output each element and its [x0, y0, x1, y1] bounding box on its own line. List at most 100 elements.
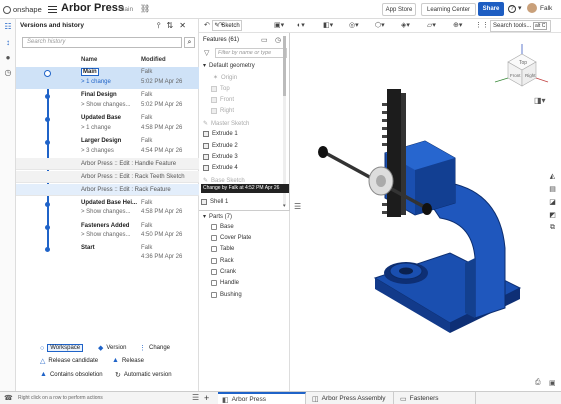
search-tools-input[interactable]: Search tools... alt C [490, 20, 551, 32]
modified-by: Falk [141, 223, 153, 229]
part-item[interactable]: Table [211, 246, 234, 252]
version-row[interactable]: Final Design > Show changes... Falk 5:02… [16, 90, 199, 112]
legend-workspace: ○ Workspace [40, 344, 84, 352]
feature-item-default-geometry[interactable]: ▾ Default geometry [203, 62, 255, 70]
version-row[interactable]: Fasteners Added > Show changes... Falk 4… [16, 221, 199, 243]
collapse-icon[interactable]: ▭ [261, 36, 268, 44]
parts-title: Parts (7) [209, 213, 233, 220]
tab-fasteners[interactable]: ▭ Fasteners [396, 392, 476, 404]
plane-icon [211, 108, 217, 114]
view-options-icon[interactable]: ◨▾ [534, 96, 546, 105]
feature-item-extrude-4[interactable]: Extrude 4 [203, 165, 238, 171]
undo-icon[interactable]: ↶ [204, 21, 210, 29]
feature-item-master-sketch[interactable]: ✎ Master Sketch [203, 120, 249, 128]
mass-properties-icon[interactable]: ◪ [548, 198, 557, 207]
history-row[interactable]: Arbor Press :: Edit : Handle Feature [16, 158, 199, 170]
search-icon[interactable]: ⌕ [184, 37, 195, 48]
version-row[interactable]: Updated Base Hei... > Show changes... Fa… [16, 198, 199, 220]
print-icon[interactable]: ⎙ [535, 379, 541, 387]
change-toggle[interactable]: > 1 change [81, 79, 111, 85]
feature-scrollbar[interactable] [283, 36, 286, 206]
boolean-icon[interactable]: ◈▾ [401, 21, 410, 29]
parts-header[interactable]: ▾ Parts (7) [203, 213, 233, 221]
versions-icon[interactable]: ☷ [3, 22, 13, 32]
version-row[interactable]: Start Falk 4:36 PM Apr 26 [16, 243, 199, 265]
part-item[interactable]: Handle [211, 280, 239, 286]
change-toggle[interactable]: > Show changes... [81, 102, 131, 108]
history-icon[interactable]: ◷ [3, 68, 13, 78]
close-icon[interactable]: ✕ [179, 21, 186, 31]
tab-arbor-press-assembly[interactable]: ◫ Arbor Press Assembly [308, 392, 394, 404]
version-row[interactable]: Updated Base > 1 change Falk 4:58 PM Apr… [16, 113, 199, 135]
change-toggle[interactable]: > Show changes... [81, 209, 131, 215]
part-item[interactable]: Rack [211, 258, 234, 264]
shell-icon[interactable]: ◎▾ [349, 21, 359, 29]
change-toggle[interactable]: > 1 change [81, 125, 111, 131]
feature-item-extrude-3[interactable]: Extrude 3 [203, 154, 238, 160]
extrude-icon [203, 131, 209, 137]
history-row[interactable]: Arbor Press :: Edit : Rack Teeth Sketch [16, 171, 199, 183]
create-version-icon[interactable]: ⫯ [157, 21, 160, 31]
version-row-main[interactable]: Main > 1 change Falk 5:02 PM Apr 26 [16, 67, 199, 89]
change-toggle[interactable]: > Show changes... [81, 232, 131, 238]
pattern-icon[interactable]: ⬡▾ [375, 21, 385, 29]
app-store-button[interactable]: App Store [382, 3, 416, 16]
feature-item-extrude-2[interactable]: Extrude 2 [203, 143, 238, 149]
feature-item-shell-1[interactable]: Shell 1 [201, 199, 228, 205]
learning-center-button[interactable]: Learning Center [421, 3, 476, 16]
history-row-selected[interactable]: Arbor Press :: Edit : Rack Feature [16, 184, 199, 196]
document-title[interactable]: Arbor Press [61, 2, 124, 14]
search-input[interactable]: Search history [22, 37, 182, 48]
filter-icon[interactable]: ▽ [204, 49, 209, 57]
tab-arbor-press[interactable]: ◧ Arbor Press [218, 392, 306, 404]
feature-item-origin[interactable]: ✶ Origin [213, 74, 237, 82]
version-marker-icon [45, 225, 50, 230]
feature-item-base-sketch[interactable]: ✎ Base Sketch [203, 177, 245, 185]
extrude-icon[interactable]: ▣▾ [274, 21, 284, 29]
user-name[interactable]: Falk [540, 5, 552, 12]
feature-label: Front [220, 97, 235, 103]
camera-icon[interactable]: ▣ [549, 379, 556, 387]
part-item[interactable]: Cover Plate [211, 235, 251, 241]
chevron-down-icon: ▾ [203, 214, 207, 220]
help-menu[interactable]: ? ▾ [508, 4, 524, 14]
feature-item-extrude-1[interactable]: Extrude 1 [203, 131, 238, 137]
link-icon[interactable]: ⛓ [140, 4, 150, 13]
avatar[interactable] [527, 3, 537, 13]
comments-icon[interactable]: ● [3, 53, 13, 63]
filter-input[interactable]: Filter by name or type [215, 48, 287, 58]
learning-icon[interactable]: ☎ [4, 394, 13, 402]
appearance-icon[interactable]: ◭ [548, 172, 557, 181]
revolve-icon[interactable]: ◐▾ [297, 21, 305, 29]
feature-item-right[interactable]: Right [211, 108, 234, 114]
measure-icon[interactable]: ▤ [548, 185, 557, 194]
branch-icon[interactable]: ⇅ [166, 21, 173, 31]
feature-item-front[interactable]: Front [211, 97, 234, 103]
modified-time: 4:54 PM Apr 26 [141, 148, 183, 154]
variables-icon[interactable]: ↕ [3, 38, 13, 48]
section-view-icon[interactable]: ◩ [548, 211, 557, 220]
part-item[interactable]: Base [211, 224, 234, 230]
exploded-view-icon[interactable]: ⧉ [548, 224, 557, 233]
tab-list-icon[interactable]: ☰ [192, 393, 199, 402]
scroll-down-icon[interactable]: ▾ [283, 203, 286, 209]
version-row[interactable]: Larger Design > 3 changes Falk 4:54 PM A… [16, 136, 199, 158]
part-item[interactable]: Bushing [211, 292, 242, 298]
menu-icon[interactable] [48, 4, 57, 14]
onshape-logo[interactable]: onshape [3, 4, 45, 15]
feature-item-top[interactable]: Top [211, 86, 230, 92]
mate-icon[interactable]: ⊕▾ [453, 21, 462, 29]
plane-icon[interactable]: ▱▾ [427, 21, 436, 29]
share-button[interactable]: Share [478, 2, 504, 16]
version-name: Updated Base Hei... [81, 200, 138, 206]
part-item[interactable]: Crank [211, 269, 236, 275]
rollback-icon[interactable]: ◷ [275, 36, 281, 44]
column-header-modified: Modified [141, 57, 166, 63]
hint-text: Right click on a row to perform actions [18, 395, 103, 401]
add-tab-icon[interactable]: + [204, 393, 209, 403]
history-text: Arbor Press :: Edit : Handle Feature [81, 161, 177, 167]
fillet-icon[interactable]: ◧▾ [323, 21, 333, 29]
sketch-button[interactable]: ✎ Sketch [212, 20, 242, 31]
custom-feature-icon[interactable]: ⋮⋮ [475, 21, 489, 29]
change-toggle[interactable]: > 3 changes [81, 148, 114, 154]
